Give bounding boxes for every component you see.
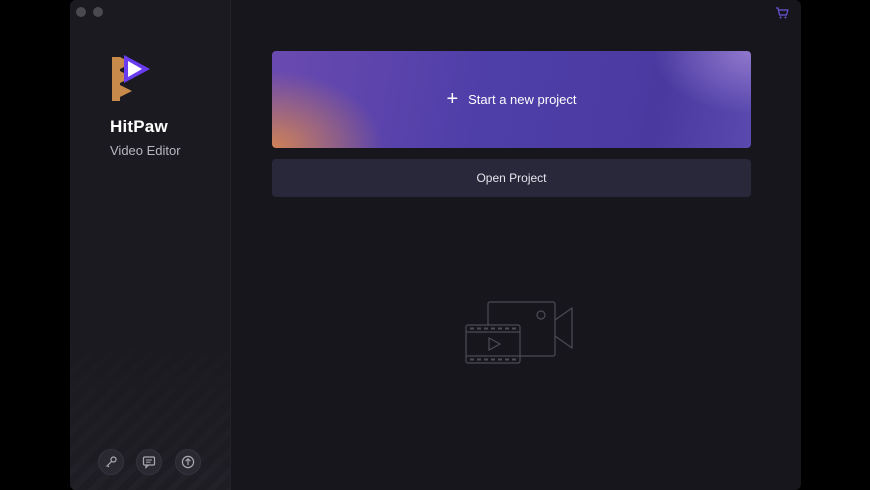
close-window-button[interactable] — [76, 7, 86, 17]
start-new-project-button[interactable]: + Start a new project — [272, 51, 751, 148]
video-camera-icon — [465, 301, 573, 364]
feedback-button[interactable] — [136, 449, 162, 475]
sidebar: HitPaw Video Editor — [70, 0, 231, 490]
plus-icon: + — [446, 87, 459, 110]
upgrade-button[interactable] — [175, 449, 201, 475]
minimize-window-button[interactable] — [93, 7, 103, 17]
hitpaw-logo — [112, 55, 150, 101]
app-name: HitPaw — [110, 117, 168, 136]
cart-icon[interactable] — [775, 6, 789, 20]
app-subtitle: Video Editor — [110, 143, 181, 158]
open-project-button[interactable]: Open Project — [272, 159, 751, 197]
license-key-button[interactable] — [98, 449, 124, 475]
feedback-icon — [142, 456, 156, 469]
upgrade-icon — [181, 455, 195, 469]
start-new-project-label: Start a new project — [468, 92, 577, 107]
window-controls — [76, 7, 103, 17]
key-icon — [106, 456, 117, 468]
app-window: HitPaw Video Editor + Start a new projec… — [70, 0, 801, 490]
open-project-label: Open Project — [476, 171, 547, 185]
